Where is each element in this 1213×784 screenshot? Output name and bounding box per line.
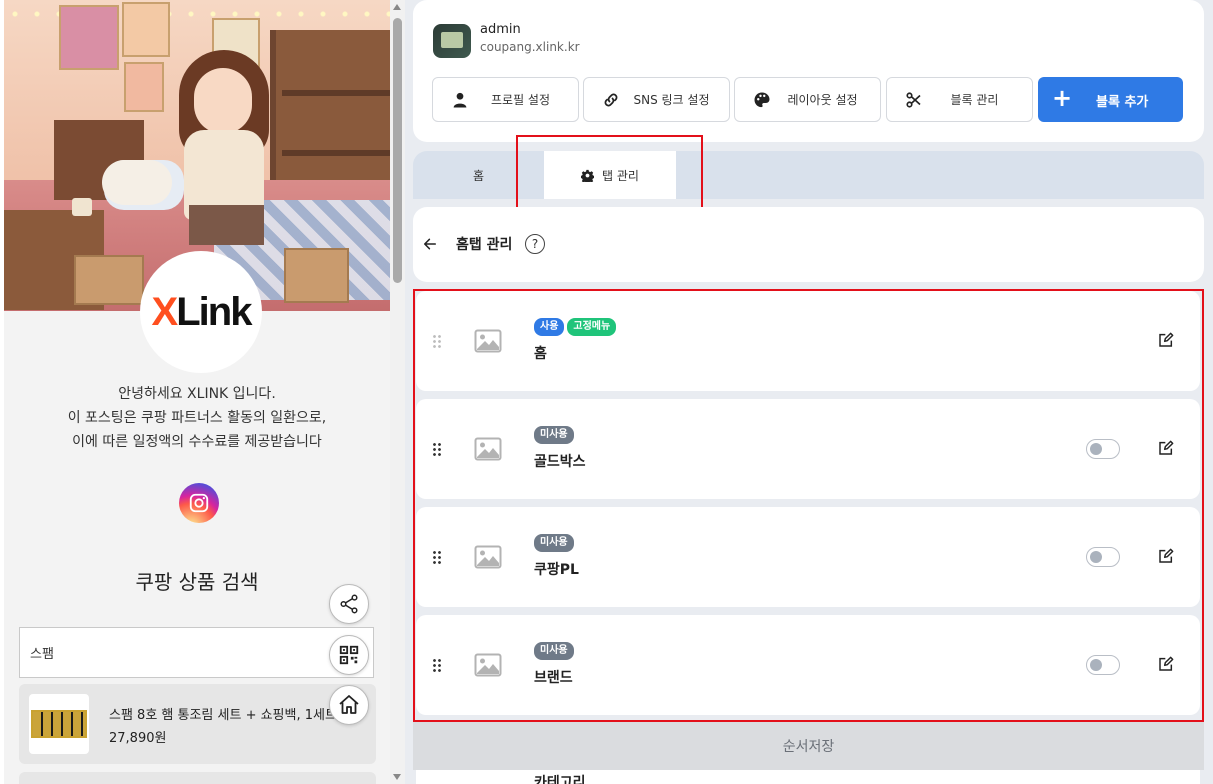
- intro-line: 이에 따른 일정액의 수수료를 제공받습니다: [72, 434, 322, 450]
- account-name: admin: [480, 22, 521, 37]
- product-thumbnail: [29, 694, 89, 754]
- scrollbar-thumb[interactable]: [393, 18, 402, 283]
- layout-settings-button[interactable]: 레이아웃 설정: [734, 77, 881, 122]
- sns-link-settings-button[interactable]: SNS 링크 설정: [583, 77, 730, 122]
- product-price: 27,890원: [109, 731, 167, 746]
- profile-intro: 안녕하세요 XLINK 입니다. 이 포스팅은 쿠팡 파트너스 활동의 일환으로…: [4, 382, 390, 454]
- intro-line: 안녕하세요 XLINK 입니다.: [118, 386, 276, 402]
- account-domain: coupang.xlink.kr: [480, 40, 580, 54]
- plus-icon: +: [1052, 84, 1073, 112]
- profile-header-card: admin coupang.xlink.kr 프로필 설정 SNS 링크 설정 …: [413, 0, 1204, 142]
- home-button[interactable]: [329, 685, 369, 725]
- tab-label: 홈: [472, 168, 485, 183]
- search-input-value: 스팸: [30, 647, 54, 662]
- avatar: [433, 24, 471, 58]
- help-icon[interactable]: ?: [525, 234, 545, 254]
- share-icon: [340, 594, 358, 614]
- profile-settings-button[interactable]: 프로필 설정: [432, 77, 579, 122]
- search-title: 쿠팡 상품 검색: [135, 570, 259, 594]
- button-label: 순서저장: [782, 739, 835, 755]
- save-order-button[interactable]: 순서저장: [413, 722, 1204, 770]
- add-block-button[interactable]: + 블록 추가: [1038, 77, 1183, 122]
- qr-code-button[interactable]: [329, 635, 369, 675]
- share-button[interactable]: [329, 584, 369, 624]
- product-name: 스팸 8호 햄 통조림 세트 + 쇼핑백, 1세트: [109, 708, 337, 723]
- block-manage-button[interactable]: 블록 관리: [886, 77, 1033, 122]
- back-arrow-icon[interactable]: [423, 237, 437, 251]
- instagram-icon[interactable]: [179, 483, 219, 523]
- profile-logo: XLink: [140, 251, 262, 373]
- tab-list-item: 카테고리: [416, 770, 1200, 784]
- product-search-input[interactable]: 스팸: [19, 627, 374, 678]
- button-label: 블록 관리: [950, 93, 999, 107]
- product-card[interactable]: [19, 772, 376, 784]
- button-label: SNS 링크 설정: [633, 93, 710, 107]
- preview-scrollbar[interactable]: [390, 0, 405, 784]
- tab-item-name: 카테고리: [534, 775, 586, 784]
- mobile-preview-panel: XLink 안녕하세요 XLINK 입니다. 이 포스팅은 쿠팡 파트너스 활동…: [0, 0, 405, 784]
- button-label: 블록 추가: [1096, 95, 1149, 110]
- highlight-box-list: [413, 289, 1204, 722]
- button-label: 프로필 설정: [490, 93, 550, 107]
- qr-code-icon: [339, 645, 359, 665]
- button-label: 레이아웃 설정: [787, 93, 858, 107]
- home-icon: [339, 695, 359, 714]
- intro-line: 이 포스팅은 쿠팡 파트너스 활동의 일환으로,: [67, 410, 327, 426]
- section-title: 홈탭 관리: [456, 237, 513, 253]
- product-card[interactable]: 스팸 8호 햄 통조림 세트 + 쇼핑백, 1세트 27,890원: [19, 684, 376, 764]
- section-header: 홈탭 관리 ?: [413, 207, 1204, 282]
- highlight-box-tab: [516, 135, 703, 216]
